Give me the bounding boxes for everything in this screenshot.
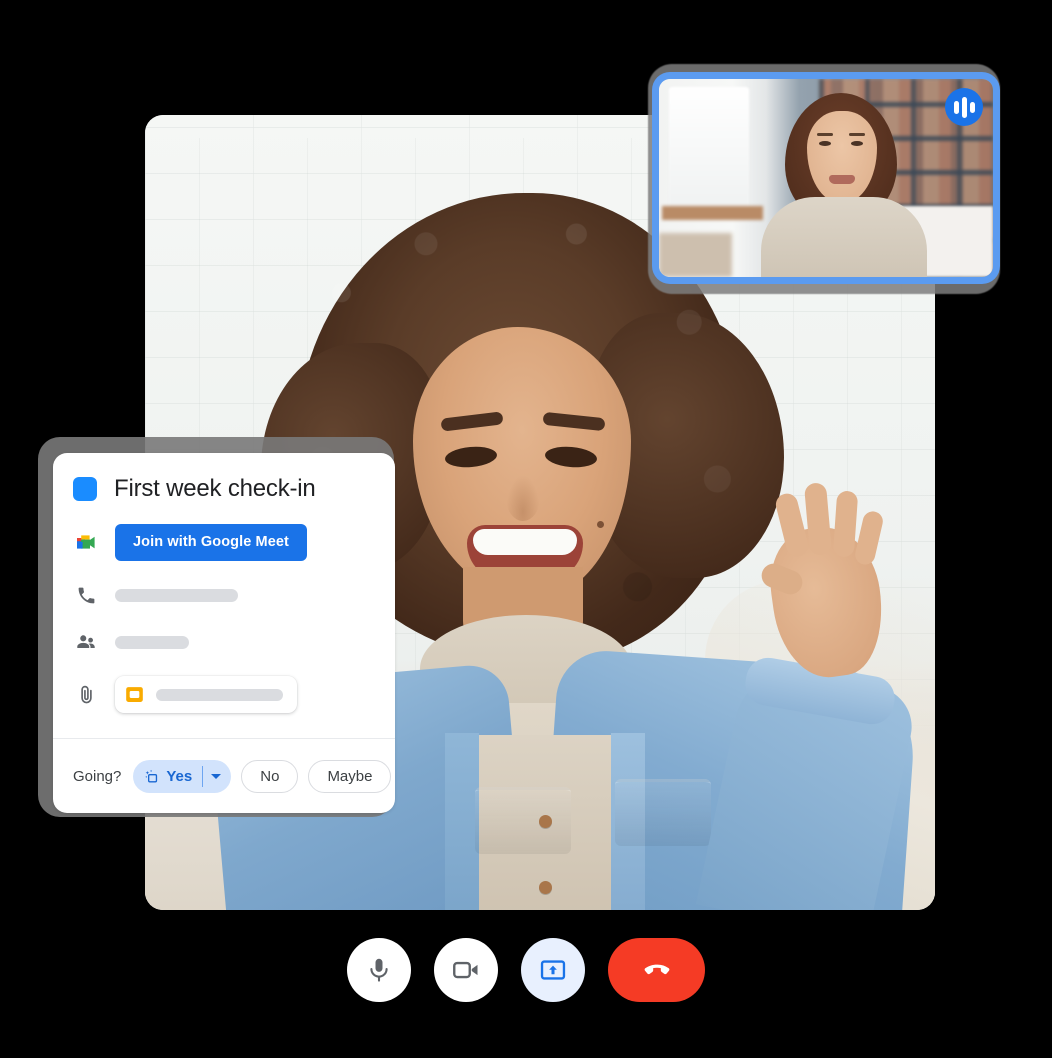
event-title-row: First week check-in	[73, 475, 375, 503]
meet-call-stage: First week check-in Join with Google Mee…	[0, 0, 1052, 1058]
present-screen-icon	[540, 960, 566, 980]
people-icon	[73, 629, 99, 655]
calendar-card-body: First week check-in Join with Google Mee…	[53, 453, 395, 713]
microphone-button[interactable]	[347, 938, 411, 1002]
participant-nose	[506, 475, 540, 521]
participant-mole	[597, 521, 604, 528]
pip-window-sill	[662, 205, 763, 220]
join-meeting-row: Join with Google Meet	[73, 524, 375, 561]
end-call-icon	[644, 964, 669, 975]
google-slides-icon	[126, 687, 143, 702]
paperclip-icon	[73, 682, 99, 708]
rsvp-maybe-button[interactable]: Maybe	[308, 759, 392, 793]
pip-eye-right	[851, 141, 863, 146]
pip-eye-left	[819, 141, 831, 146]
present-screen-button[interactable]	[521, 938, 585, 1002]
attachment-row	[73, 676, 375, 713]
call-control-bar	[0, 931, 1052, 1009]
jacket-button-1	[539, 815, 552, 828]
calendar-color-swatch	[73, 477, 97, 501]
rsvp-no-button[interactable]: No	[241, 759, 299, 793]
attachment-name-placeholder	[156, 688, 283, 701]
pip-eyebrow-right	[849, 133, 865, 136]
microphone-icon	[370, 958, 388, 982]
participant-finger-4	[853, 509, 885, 567]
add-room-sparkle-icon	[145, 769, 158, 782]
rsvp-footer: Going? Yes No Maybe	[53, 739, 395, 813]
guests-row	[73, 629, 375, 655]
rsvp-divider	[202, 765, 204, 787]
pip-foreground-texture	[659, 233, 733, 277]
camera-button[interactable]	[434, 938, 498, 1002]
pip-eyebrow-left	[817, 133, 833, 136]
video-camera-icon	[453, 961, 478, 979]
attachment-chip[interactable]	[115, 676, 297, 713]
participant-jacket-placket-left	[445, 733, 479, 910]
google-meet-icon	[73, 530, 99, 556]
jacket-button-2	[539, 881, 552, 894]
phone-value-placeholder	[115, 588, 238, 602]
event-title: First week check-in	[114, 475, 316, 502]
jacket-pocket-left	[475, 787, 571, 854]
guests-value-placeholder	[115, 635, 189, 649]
audio-wave-icon	[945, 88, 983, 126]
rsvp-yes-label: Yes	[166, 767, 193, 785]
pip-video-tile[interactable]	[652, 72, 1000, 284]
phone-row	[73, 582, 375, 608]
jacket-pocket-right	[615, 779, 711, 846]
end-call-button[interactable]	[608, 938, 705, 1002]
calendar-event-card[interactable]: First week check-in Join with Google Mee…	[53, 453, 395, 813]
rsvp-yes-button[interactable]: Yes	[133, 759, 232, 793]
chevron-down-icon[interactable]	[203, 773, 229, 779]
rsvp-prompt: Going?	[73, 767, 122, 785]
pip-window	[669, 86, 750, 210]
pip-mouth	[829, 175, 855, 184]
join-with-google-meet-button[interactable]: Join with Google Meet	[115, 524, 307, 561]
phone-icon	[73, 582, 99, 608]
pip-participant-body	[761, 197, 927, 277]
pip-video-inner	[659, 79, 993, 277]
